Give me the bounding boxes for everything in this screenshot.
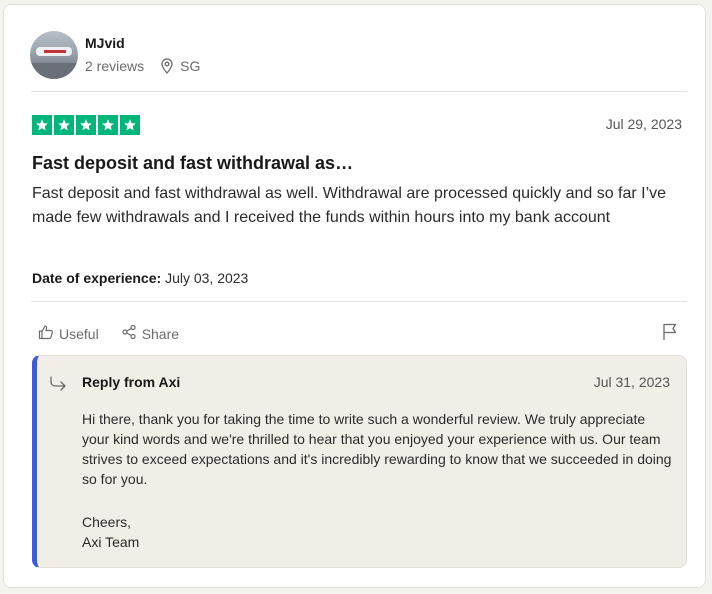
avatar-stripe xyxy=(44,50,66,53)
review-card: MJvid 2 reviews SG Jul 29, 2023 Fast dep… xyxy=(3,4,706,588)
share-button[interactable]: Share xyxy=(121,324,179,343)
date-of-experience: Date of experience: July 03, 2023 xyxy=(32,270,248,286)
star-icon xyxy=(98,115,118,135)
review-title[interactable]: Fast deposit and fast withdrawal as… xyxy=(32,153,353,174)
star-icon xyxy=(54,115,74,135)
actions-divider xyxy=(31,301,687,302)
star-rating xyxy=(32,115,140,135)
star-icon xyxy=(76,115,96,135)
experience-label: Date of experience: xyxy=(32,270,162,286)
reply-sign-line1: Cheers, xyxy=(82,514,132,530)
review-body: Fast deposit and fast withdrawal as well… xyxy=(32,185,667,226)
reviewer-meta: 2 reviews SG xyxy=(85,58,200,74)
star-icon xyxy=(120,115,140,135)
avatar-ground xyxy=(30,63,78,79)
share-icon xyxy=(121,324,137,343)
location-pin-icon xyxy=(160,58,174,74)
reply-signature: Cheers, Axi Team xyxy=(82,512,139,552)
reviewer-location: SG xyxy=(180,58,201,74)
company-reply: Reply from Axi Jul 31, 2023 Hi there, th… xyxy=(32,355,687,568)
star-icon xyxy=(32,115,52,135)
experience-date: July 03, 2023 xyxy=(165,270,249,286)
review-date: Jul 29, 2023 xyxy=(605,116,682,132)
share-label: Share xyxy=(141,325,180,342)
thumbs-up-icon xyxy=(38,324,54,343)
reply-text: Hi there, thank you for taking the time … xyxy=(82,411,672,487)
useful-label: Useful xyxy=(59,325,99,342)
reply-arrow-icon xyxy=(49,375,69,396)
header-divider xyxy=(31,91,687,92)
reply-from: Reply from Axi xyxy=(82,374,181,390)
avatar[interactable] xyxy=(30,31,78,79)
review-count: 2 reviews xyxy=(85,58,145,74)
flag-icon[interactable] xyxy=(662,323,678,346)
review-actions: Useful Share xyxy=(38,324,179,343)
reply-date: Jul 31, 2023 xyxy=(593,374,670,390)
useful-button[interactable]: Useful xyxy=(38,324,99,343)
reviewer-name[interactable]: MJvid xyxy=(85,35,125,51)
reply-sign-line2: Axi Team xyxy=(82,534,140,550)
